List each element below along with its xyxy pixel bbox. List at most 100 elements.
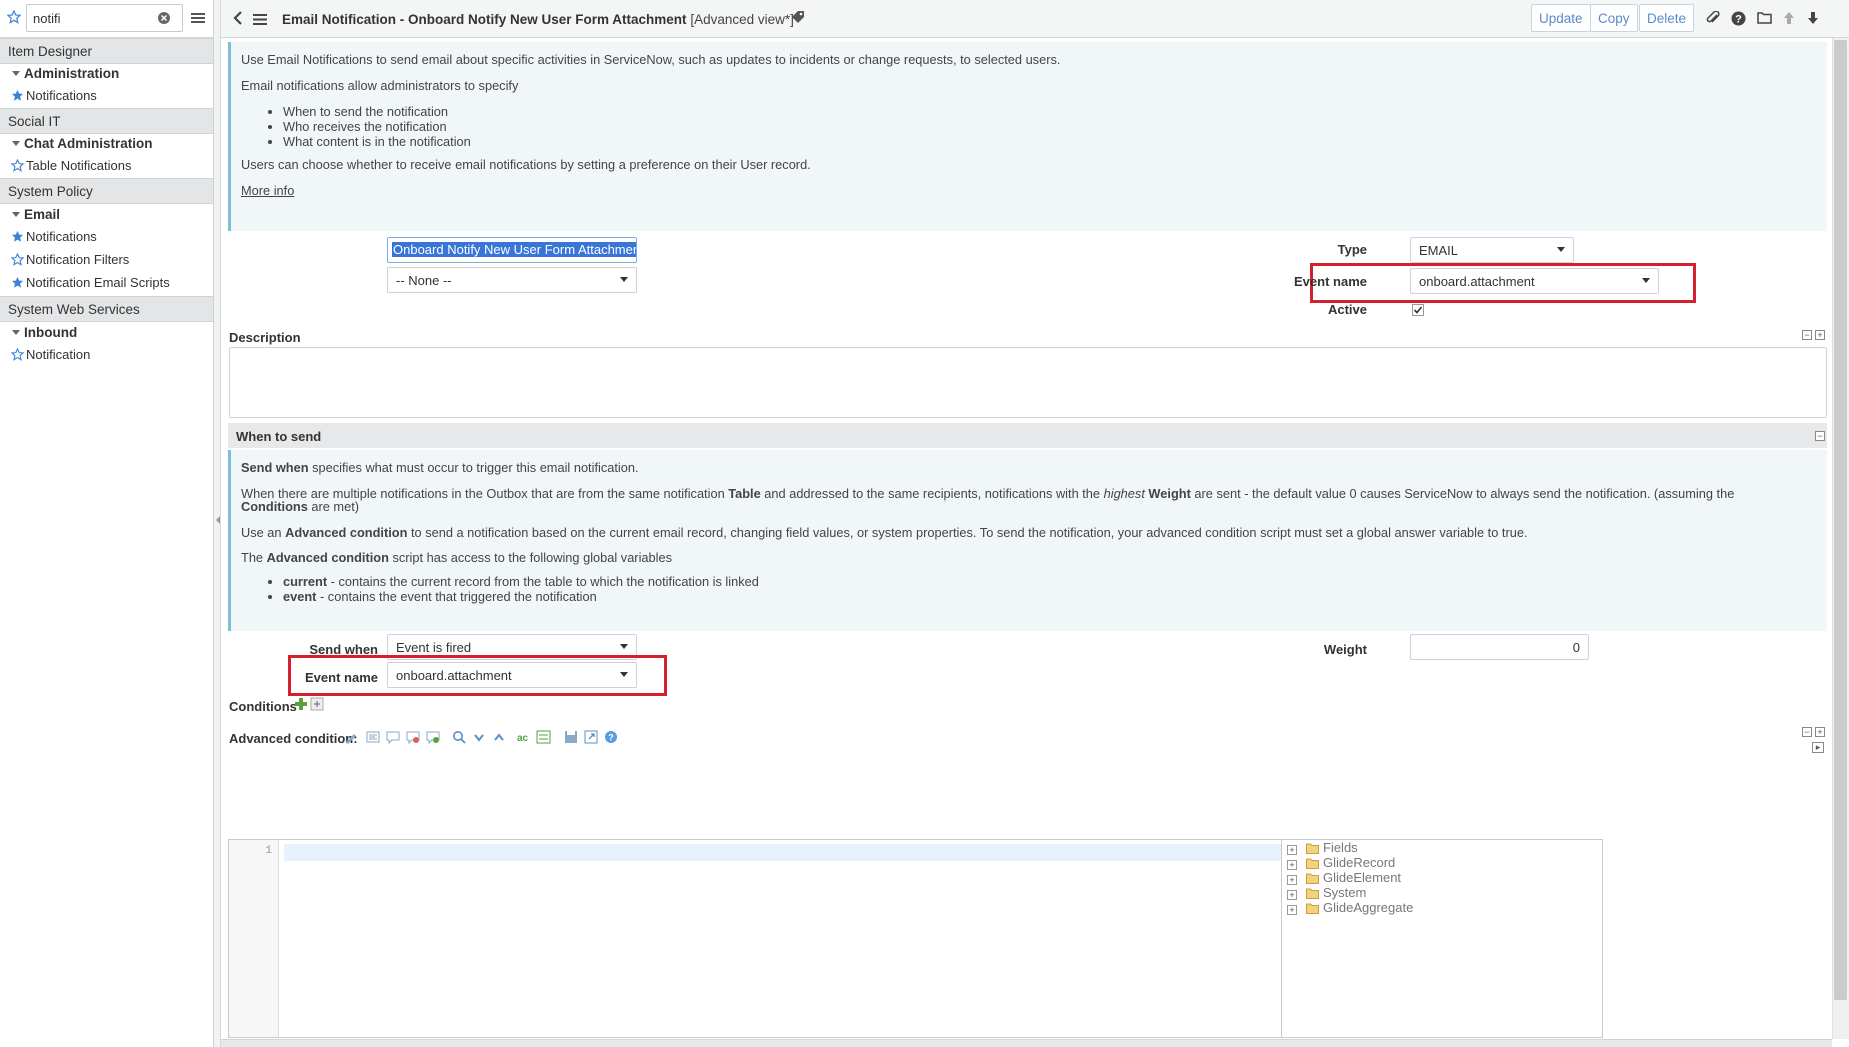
- nav-module-email[interactable]: Email: [12, 207, 60, 222]
- context-menu-icon[interactable]: [253, 13, 267, 28]
- collapse-section-icon[interactable]: −: [1815, 431, 1825, 441]
- script-help-icon[interactable]: ?: [604, 730, 618, 747]
- tree-node-glideaggregate[interactable]: + GlideAggregate: [1287, 900, 1413, 915]
- tree-node-fields[interactable]: + Fields: [1287, 840, 1358, 855]
- nav-module-label: Chat Administration: [24, 136, 153, 151]
- scrollbar-thumb[interactable]: [1834, 40, 1847, 1000]
- more-info-link[interactable]: More info: [241, 183, 294, 198]
- attachment-paperclip-icon[interactable]: [1706, 10, 1720, 28]
- previous-record-arrow-icon[interactable]: [1783, 11, 1795, 28]
- line-number: 1: [265, 845, 272, 857]
- expand-plus-icon[interactable]: +: [1287, 905, 1297, 915]
- fullscreen-icon[interactable]: [584, 730, 598, 747]
- advanced-condition-label: Advanced condition:: [229, 731, 358, 746]
- next-record-arrow-icon[interactable]: [1807, 11, 1819, 28]
- expand-plus-icon[interactable]: +: [1287, 890, 1297, 900]
- add-and-condition-icon[interactable]: [294, 697, 308, 714]
- view-indicator[interactable]: [Advanced view*]: [690, 12, 794, 27]
- nav-item-table-notifications[interactable]: Table Notifications: [10, 158, 132, 173]
- nav-item-label: Notifications: [26, 88, 97, 103]
- replace-icon[interactable]: ac: [516, 730, 532, 747]
- intro-bullet: What content is in the notification: [283, 134, 471, 149]
- comment-selected-code-icon[interactable]: [386, 730, 400, 747]
- event-name-label: Event name: [1294, 274, 1367, 289]
- event-name-select[interactable]: onboard.attachment: [1410, 268, 1659, 294]
- expand-plus-icon[interactable]: +: [1287, 845, 1297, 855]
- active-checkbox[interactable]: [1412, 304, 1424, 319]
- search-icon[interactable]: [452, 730, 466, 747]
- nav-app-system-web-services[interactable]: System Web Services: [0, 296, 213, 322]
- record-title: Email Notification - Onboard Notify New …: [282, 12, 687, 27]
- help-question-icon[interactable]: ?: [1731, 11, 1746, 29]
- nav-app-system-policy[interactable]: System Policy: [0, 178, 213, 204]
- info-variable-event: event - contains the event that triggere…: [283, 589, 759, 604]
- nav-item-label: Notification Filters: [26, 252, 130, 267]
- collapse-navigator-arrow-icon[interactable]: [216, 516, 220, 524]
- find-previous-icon[interactable]: [492, 730, 506, 747]
- nav-item-notifications[interactable]: Notifications: [11, 88, 97, 103]
- add-or-condition-icon[interactable]: [310, 697, 324, 714]
- nav-item-notification-filters[interactable]: Notification Filters: [10, 252, 130, 267]
- when-to-send-section-header[interactable]: When to send: [228, 423, 1827, 448]
- clear-filter-icon[interactable]: [157, 11, 171, 28]
- delete-button[interactable]: Delete: [1639, 4, 1695, 32]
- tree-node-glideelement[interactable]: + GlideElement: [1287, 870, 1401, 885]
- nav-module-inbound[interactable]: Inbound: [12, 325, 77, 340]
- intro-bullet: Who receives the notification: [283, 119, 471, 134]
- tree-node-system[interactable]: + System: [1287, 885, 1366, 900]
- tag-icon[interactable]: [791, 10, 805, 27]
- name-field[interactable]: Onboard Notify New User Form Attachment: [387, 237, 637, 263]
- collapse-minus-icon[interactable]: −: [1802, 727, 1812, 737]
- intro-info-box: Use Email Notifications to send email ab…: [228, 42, 1827, 231]
- star-filled-icon: [11, 276, 24, 288]
- when-to-send-info-box: Send when specifies what must occur to t…: [228, 450, 1827, 631]
- hamburger-menu-icon[interactable]: [191, 12, 205, 27]
- info-variable-current: current - contains the current record fr…: [283, 574, 759, 589]
- check-syntax-icon[interactable]: [426, 730, 440, 747]
- active-label: Active: [1327, 302, 1367, 317]
- info-advanced: Use an Advanced condition to send a noti…: [241, 525, 1528, 540]
- nav-app-item-designer[interactable]: Item Designer: [0, 38, 213, 64]
- type-select[interactable]: EMAIL: [1410, 237, 1574, 263]
- toggle-syntax-highlighting-icon[interactable]: [344, 730, 358, 747]
- expand-plus-icon[interactable]: +: [1815, 330, 1825, 340]
- nav-item-notifications[interactable]: Notifications: [11, 229, 97, 244]
- folder-icon[interactable]: [1757, 11, 1772, 27]
- favorites-star-icon[interactable]: [6, 9, 22, 27]
- line-number-gutter: 1: [229, 840, 279, 1037]
- event-name-select-value-2: onboard.attachment: [396, 668, 512, 683]
- find-next-icon[interactable]: [472, 730, 486, 747]
- uncomment-selected-code-icon[interactable]: [406, 730, 420, 747]
- dropdown-arrow-icon: [620, 277, 628, 282]
- toggle-tree-icon[interactable]: ▸: [1812, 742, 1824, 753]
- back-chevron-icon[interactable]: [233, 11, 243, 28]
- nav-item-notification-email-scripts[interactable]: Notification Email Scripts: [11, 275, 170, 290]
- dropdown-arrow-icon: [1642, 278, 1650, 283]
- nav-module-chat-administration[interactable]: Chat Administration: [12, 136, 153, 151]
- nav-item-notification[interactable]: Notification: [10, 347, 90, 362]
- info-variables-list: current - contains the current record fr…: [283, 574, 759, 604]
- nav-module-administration[interactable]: Administration: [12, 66, 119, 81]
- update-button[interactable]: Update: [1531, 4, 1591, 32]
- send-when-select-value: Event is fired: [396, 640, 472, 655]
- event-name-select-2[interactable]: onboard.attachment: [387, 662, 637, 688]
- table-select[interactable]: -- None --: [387, 267, 637, 293]
- event-name-select-value: onboard.attachment: [1419, 274, 1535, 289]
- copy-button[interactable]: Copy: [1590, 4, 1638, 32]
- expand-plus-icon[interactable]: +: [1287, 875, 1297, 885]
- collapse-minus-icon[interactable]: −: [1802, 330, 1812, 340]
- nav-item-label: Notification Email Scripts: [26, 275, 170, 290]
- weight-field[interactable]: 0: [1410, 634, 1589, 660]
- expand-plus-icon[interactable]: +: [1287, 860, 1297, 870]
- format-code-icon[interactable]: [366, 730, 380, 747]
- replace-all-icon[interactable]: [536, 730, 552, 747]
- nav-app-social-it[interactable]: Social IT: [0, 108, 213, 134]
- description-label: Description: [229, 330, 301, 345]
- folder-icon: [1306, 873, 1319, 884]
- star-filled-icon: [11, 230, 24, 242]
- tree-node-gliderecord[interactable]: + GlideRecord: [1287, 855, 1395, 870]
- expand-plus-icon[interactable]: +: [1815, 727, 1825, 737]
- description-textarea[interactable]: [229, 347, 1827, 418]
- save-icon[interactable]: [564, 730, 578, 747]
- bottom-splitter[interactable]: [221, 1039, 1832, 1047]
